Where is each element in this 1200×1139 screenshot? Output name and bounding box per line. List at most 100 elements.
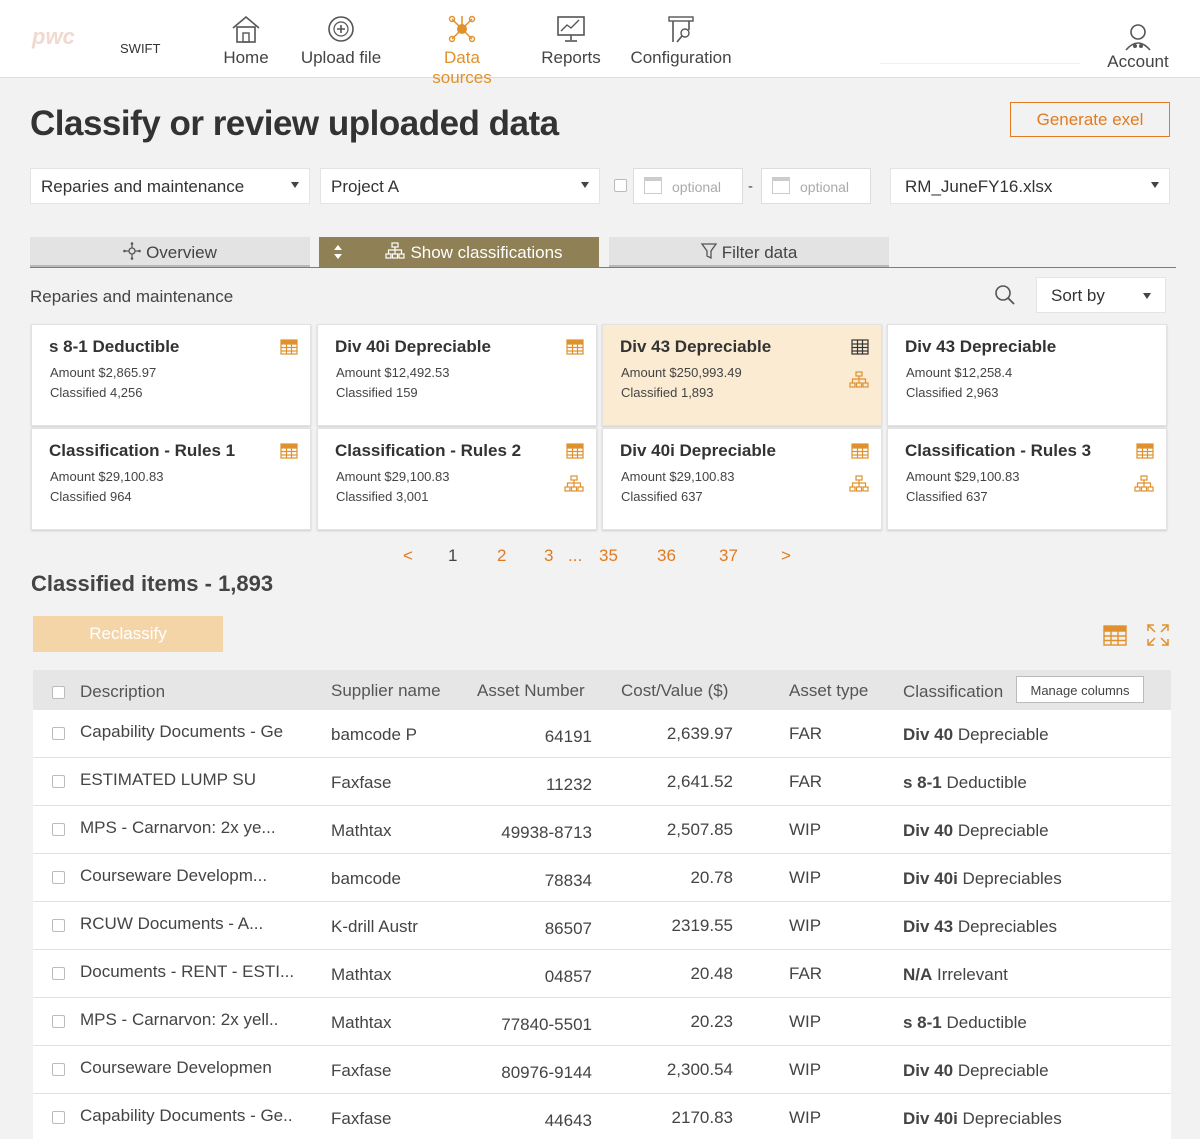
header-classification[interactable]: Classification <box>903 682 1003 702</box>
table-icon[interactable] <box>566 339 584 355</box>
row-checkbox[interactable] <box>52 1015 65 1028</box>
card-classified-count: Classified 3,001 <box>336 489 429 504</box>
nav-home[interactable]: Home <box>223 14 269 68</box>
row-checkbox[interactable] <box>52 727 65 740</box>
reclassify-button[interactable]: Reclassify <box>33 616 223 652</box>
row-checkbox[interactable] <box>52 823 65 836</box>
pagination-page-37[interactable]: 37 <box>719 546 738 566</box>
table-row[interactable]: Capability Documents - Ge bamcode P 64191 2… <box>33 710 1171 758</box>
row-checkbox[interactable] <box>52 1063 65 1076</box>
table-icon[interactable] <box>280 443 298 459</box>
tab-show-classifications[interactable]: Show classifications <box>319 237 599 267</box>
table-icon[interactable] <box>566 443 584 459</box>
expand-icon[interactable] <box>1146 623 1170 647</box>
cell-supplier-name: Mathtax <box>331 1013 392 1032</box>
tabs-divider <box>30 267 1176 268</box>
date-from-field[interactable]: optional <box>633 168 743 204</box>
classification-name: Irrelevant <box>937 965 1008 984</box>
date-to-placeholder: optional <box>800 179 850 195</box>
classification-card[interactable]: Classification - Rules 2 Amount $29,100.8… <box>317 428 597 530</box>
hierarchy-icon[interactable] <box>849 475 869 492</box>
hierarchy-icon[interactable] <box>564 475 584 492</box>
manage-columns-icon[interactable] <box>1103 624 1127 648</box>
file-select-value: RM_JuneFY16.xlsx <box>905 177 1053 196</box>
sort-by-select[interactable]: Sort by <box>1036 277 1166 313</box>
row-checkbox[interactable] <box>52 871 65 884</box>
classification-card[interactable]: Classification - Rules 1 Amount $29,100.8… <box>31 428 311 530</box>
nav-reports-label: Reports <box>541 48 601 67</box>
pagination-page-36[interactable]: 36 <box>657 546 676 566</box>
date-range-separator: - <box>748 178 753 195</box>
header-asset-number[interactable]: Asset Number <box>477 681 585 701</box>
tab-filter-data[interactable]: Filter data <box>609 237 889 267</box>
header-asset-type[interactable]: Asset type <box>789 681 868 701</box>
classification-card[interactable]: Div 40i Depreciable Amount $29,100.83 Clas… <box>602 428 882 530</box>
header-description[interactable]: Description <box>80 682 165 702</box>
select-all-checkbox[interactable] <box>52 686 65 699</box>
sort-arrows-icon <box>333 243 343 261</box>
hierarchy-icon[interactable] <box>1134 475 1154 492</box>
pagination-page-2[interactable]: 2 <box>497 546 506 566</box>
category-select[interactable]: Reparies and maintenance <box>30 168 310 204</box>
table-row[interactable]: ESTIMATED LUMP SU Faxfase 11232 2,641.52 FAR… <box>33 758 1171 806</box>
nav-configuration-label: Configuration <box>630 48 732 67</box>
cell-asset-type: FAR <box>789 964 823 983</box>
cell-classification: Div 40 Depreciable <box>903 1061 1049 1081</box>
cell-supplier-name: Faxfase <box>331 1061 392 1080</box>
classification-card[interactable]: Div 43 Depreciable Amount $12,258.4 Classi… <box>887 324 1167 426</box>
file-select[interactable]: RM_JuneFY16.xlsx <box>890 168 1170 204</box>
pagination-ellipsis: ... <box>568 546 583 565</box>
classification-card[interactable]: s 8-1 Deductible Amount $2,865.97 Classifi… <box>31 324 311 426</box>
cell-asset-number: 44643 <box>544 1111 592 1130</box>
pagination-next[interactable]: > <box>781 546 791 566</box>
nav-data-sources[interactable]: Data sources <box>412 14 512 88</box>
table-row[interactable]: Capability Documents - Ge.. Faxfase 44643 2… <box>33 1094 1171 1139</box>
pagination-page-35[interactable]: 35 <box>599 546 618 566</box>
cell-description: ESTIMATED LUMP SU <box>80 770 257 789</box>
table-icon[interactable] <box>280 339 298 355</box>
nav-configuration[interactable]: Configuration <box>630 14 732 68</box>
tab-overview[interactable]: Overview <box>30 237 310 267</box>
header-supplier-name[interactable]: Supplier name <box>331 681 441 701</box>
row-checkbox[interactable] <box>52 919 65 932</box>
hierarchy-icon <box>385 242 406 259</box>
table-icon[interactable] <box>851 339 869 355</box>
date-to-field[interactable]: optional <box>761 168 871 204</box>
pagination-page-3[interactable]: 3 <box>544 546 553 566</box>
cell-description: Courseware Developm... <box>80 866 268 885</box>
row-checkbox[interactable] <box>52 967 65 980</box>
cell-asset-type: WIP <box>789 868 822 887</box>
row-checkbox[interactable] <box>52 1111 65 1124</box>
nav-account[interactable]: Account <box>1104 22 1172 72</box>
classification-name: Depreciables <box>957 917 1058 936</box>
classification-card[interactable]: Classification - Rules 3 Amount $29,100.8… <box>887 428 1167 530</box>
table-row[interactable]: Courseware Developmen Faxfase 80976-9144 2,… <box>33 1046 1171 1094</box>
global-search-input[interactable] <box>880 42 1080 64</box>
generate-excel-button[interactable]: Generate exel <box>1010 102 1170 137</box>
table-row[interactable]: Documents - RENT - ESTI... Mathtax 04857 20… <box>33 950 1171 998</box>
classification-card[interactable]: Div 43 Depreciable Amount $250,993.49 Clas… <box>602 324 882 426</box>
classification-card[interactable]: Div 40i Depreciable Amount $12,492.53 Clas… <box>317 324 597 426</box>
tab-show-classifications-label: Show classifications <box>410 243 563 262</box>
table-row[interactable]: RCUW Documents - A... K-drill Austr 86507 2… <box>33 902 1171 950</box>
date-range-checkbox[interactable] <box>614 179 627 192</box>
search-icon[interactable] <box>994 284 1016 306</box>
row-checkbox[interactable] <box>52 775 65 788</box>
nav-reports[interactable]: Reports <box>541 14 601 68</box>
card-title: Classification - Rules 2 <box>335 441 522 460</box>
classification-name: Deductible <box>946 773 1027 792</box>
project-select[interactable]: Project A <box>320 168 600 204</box>
header-cost-value[interactable]: Cost/Value ($) <box>621 681 728 701</box>
pagination-prev[interactable]: < <box>403 546 413 566</box>
classification-name: Depreciable <box>957 1061 1049 1080</box>
table-row[interactable]: MPS - Carnarvon: 2x yell.. Mathtax 77840-5… <box>33 998 1171 1046</box>
table-icon[interactable] <box>1136 443 1154 459</box>
hierarchy-icon[interactable] <box>849 371 869 388</box>
date-from-placeholder: optional <box>672 179 722 195</box>
table-icon[interactable] <box>851 443 869 459</box>
nav-upload-file[interactable]: Upload file <box>300 14 382 68</box>
table-row[interactable]: Courseware Developm... bamcode 78834 20.78 W… <box>33 854 1171 902</box>
cell-cost-value: 2,507.85 <box>666 820 733 839</box>
pagination-page-1[interactable]: 1 <box>448 546 457 566</box>
table-row[interactable]: MPS - Carnarvon: 2x ye... Mathtax 49938-87… <box>33 806 1171 854</box>
